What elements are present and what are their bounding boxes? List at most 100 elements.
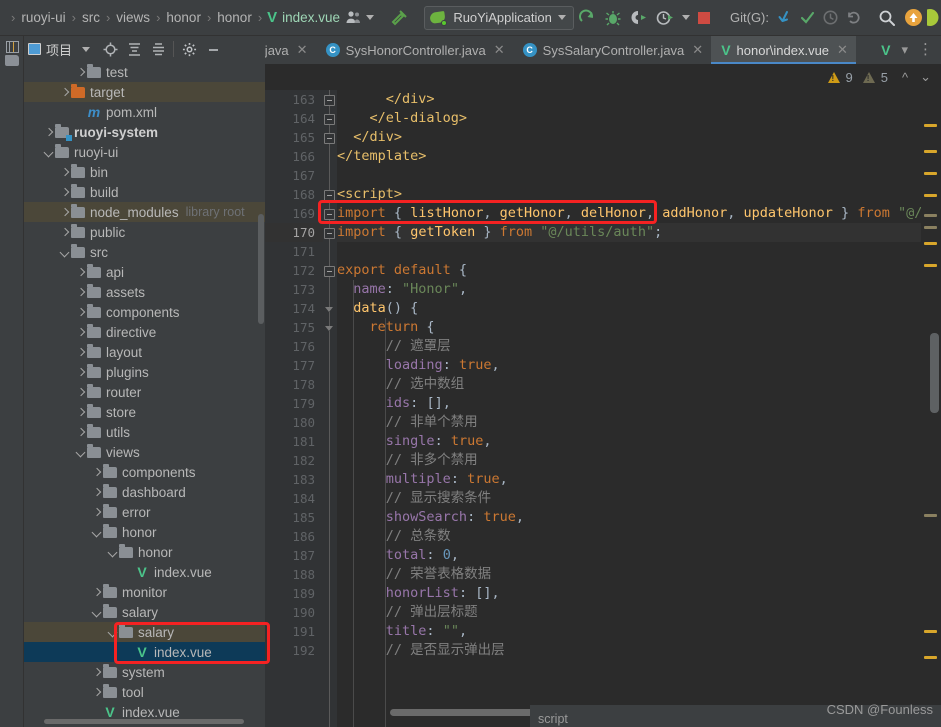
chevron-down-icon[interactable]: ⌄ xyxy=(916,69,935,85)
more-options-icon[interactable]: ⋮ xyxy=(914,42,937,57)
warning-marker[interactable] xyxy=(924,264,937,267)
chevron-right-icon[interactable] xyxy=(74,386,87,399)
tree-node-components[interactable]: components xyxy=(24,462,265,482)
tree-node-error[interactable]: error xyxy=(24,502,265,522)
breadcrumb-item-index-vue[interactable]: index.vue xyxy=(281,10,341,25)
chevron-right-icon[interactable] xyxy=(58,186,71,199)
chevron-right-icon[interactable] xyxy=(74,286,87,299)
tree-node-index-vue[interactable]: Vindex.vue xyxy=(24,562,265,582)
chevron-down-icon[interactable] xyxy=(90,526,103,539)
chevron-down-icon[interactable] xyxy=(42,146,55,159)
tree-node-test[interactable]: test xyxy=(24,62,265,82)
chevron-right-icon[interactable] xyxy=(74,326,87,339)
close-icon[interactable]: ✕ xyxy=(837,42,848,58)
commit-checkmark-icon[interactable] xyxy=(799,8,816,28)
tool-window-tab-project[interactable] xyxy=(2,38,22,80)
chevron-right-icon[interactable] xyxy=(90,486,103,499)
tree-node-honor[interactable]: honor xyxy=(24,542,265,562)
weak-warning-marker[interactable] xyxy=(924,214,937,217)
chevron-down-icon[interactable] xyxy=(58,246,71,259)
chevron-down-icon[interactable]: ▾ xyxy=(897,42,912,58)
chevron-right-icon[interactable] xyxy=(58,86,71,99)
rollback-icon[interactable] xyxy=(845,8,862,28)
tree-node-components[interactable]: components xyxy=(24,302,265,322)
weak-warning-marker[interactable] xyxy=(924,514,937,517)
tree-node-salary[interactable]: salary xyxy=(24,602,265,622)
collapse-all-icon[interactable] xyxy=(146,38,170,60)
update-project-icon[interactable] xyxy=(776,8,793,28)
tree-node-ruoyi-ui[interactable]: ruoyi-ui xyxy=(24,142,265,162)
chevron-right-icon[interactable] xyxy=(90,666,103,679)
tree-node-utils[interactable]: utils xyxy=(24,422,265,442)
chevron-down-icon[interactable] xyxy=(90,606,103,619)
chevron-right-icon[interactable] xyxy=(74,406,87,419)
chevron-right-icon[interactable] xyxy=(74,346,87,359)
close-icon[interactable]: ✕ xyxy=(297,42,308,58)
chevron-down-icon[interactable] xyxy=(557,15,566,20)
update-available-icon[interactable] xyxy=(904,7,923,29)
run-icon[interactable] xyxy=(578,8,596,28)
search-icon[interactable] xyxy=(878,8,896,28)
editor-marker-gutter[interactable] xyxy=(921,90,941,727)
chevron-right-icon[interactable] xyxy=(90,686,103,699)
user-group-icon[interactable] xyxy=(345,8,362,28)
code-content[interactable]: </div> </el-dialog> </div> </template> <sc… xyxy=(337,90,921,727)
chevron-right-icon[interactable] xyxy=(58,206,71,219)
run-with-coverage-icon[interactable] xyxy=(630,8,648,28)
line-number-gutter[interactable]: 163 164 165 166 167 168 169 170 171 172 173 174 175 1… xyxy=(265,90,337,727)
tree-node-pom-xml[interactable]: m pom.xml xyxy=(24,102,265,122)
chevron-down-icon[interactable] xyxy=(106,546,119,559)
chevron-right-icon[interactable] xyxy=(74,366,87,379)
tree-node-index-vue[interactable]: Vindex.vue xyxy=(24,642,265,662)
tree-node-layout[interactable]: layout xyxy=(24,342,265,362)
fold-toggle[interactable] xyxy=(324,209,335,220)
chevron-down-icon[interactable] xyxy=(74,38,98,60)
warning-marker[interactable] xyxy=(924,194,937,197)
tree-node-views[interactable]: views xyxy=(24,442,265,462)
editor-vertical-scrollbar[interactable] xyxy=(930,333,939,413)
warning-marker[interactable] xyxy=(924,656,937,659)
run-configuration-selector[interactable]: RuoYiApplication xyxy=(424,5,574,30)
project-tree[interactable]: test target m pom.xml ruoyi-system ruoyi-ui bi… xyxy=(24,62,265,727)
chevron-right-icon[interactable] xyxy=(74,66,87,79)
tree-node-router[interactable]: router xyxy=(24,382,265,402)
chevron-right-icon[interactable] xyxy=(58,166,71,179)
chevron-right-icon[interactable] xyxy=(74,426,87,439)
stop-icon[interactable] xyxy=(697,8,710,28)
tree-node-salary[interactable]: salary xyxy=(24,622,265,642)
chevron-right-icon[interactable] xyxy=(58,226,71,239)
warning-marker[interactable] xyxy=(924,150,937,153)
chevron-right-icon[interactable] xyxy=(74,266,87,279)
chevron-down-icon[interactable] xyxy=(681,15,690,20)
tree-node-directive[interactable]: directive xyxy=(24,322,265,342)
editor-tab-honor-index-vue[interactable]: Vhonor\index.vue ✕ xyxy=(711,36,856,64)
build-hammer-icon[interactable] xyxy=(390,8,408,28)
fold-toggle[interactable] xyxy=(325,307,334,312)
tree-node-system[interactable]: system xyxy=(24,662,265,682)
chevron-down-icon[interactable] xyxy=(74,446,87,459)
breadcrumb-item-views[interactable]: views xyxy=(115,10,151,25)
close-icon[interactable]: ✕ xyxy=(494,42,505,58)
minimize-icon[interactable] xyxy=(201,38,225,60)
tree-node-public[interactable]: public xyxy=(24,222,265,242)
warning-marker[interactable] xyxy=(924,242,937,245)
warning-marker[interactable] xyxy=(924,630,937,633)
fold-toggle[interactable] xyxy=(325,326,334,331)
close-icon[interactable]: ✕ xyxy=(692,42,703,58)
tree-node-dashboard[interactable]: dashboard xyxy=(24,482,265,502)
tree-node-bin[interactable]: bin xyxy=(24,162,265,182)
tree-node-node-modules[interactable]: node_modules library root xyxy=(24,202,265,222)
chevron-right-icon[interactable] xyxy=(90,586,103,599)
chevron-right-icon[interactable] xyxy=(90,466,103,479)
fold-toggle[interactable] xyxy=(324,266,335,277)
tree-node-api[interactable]: api xyxy=(24,262,265,282)
tree-node-build[interactable]: build xyxy=(24,182,265,202)
project-tree-hscrollbar[interactable] xyxy=(44,719,244,724)
chevron-right-icon[interactable] xyxy=(42,126,55,139)
tree-node-honor[interactable]: honor xyxy=(24,522,265,542)
breadcrumb-item-src[interactable]: src xyxy=(81,10,101,25)
debug-bug-icon[interactable] xyxy=(604,8,622,28)
tree-node-plugins[interactable]: plugins xyxy=(24,362,265,382)
breadcrumb-item-honor-2[interactable]: honor xyxy=(216,10,253,25)
tree-node-store[interactable]: store xyxy=(24,402,265,422)
